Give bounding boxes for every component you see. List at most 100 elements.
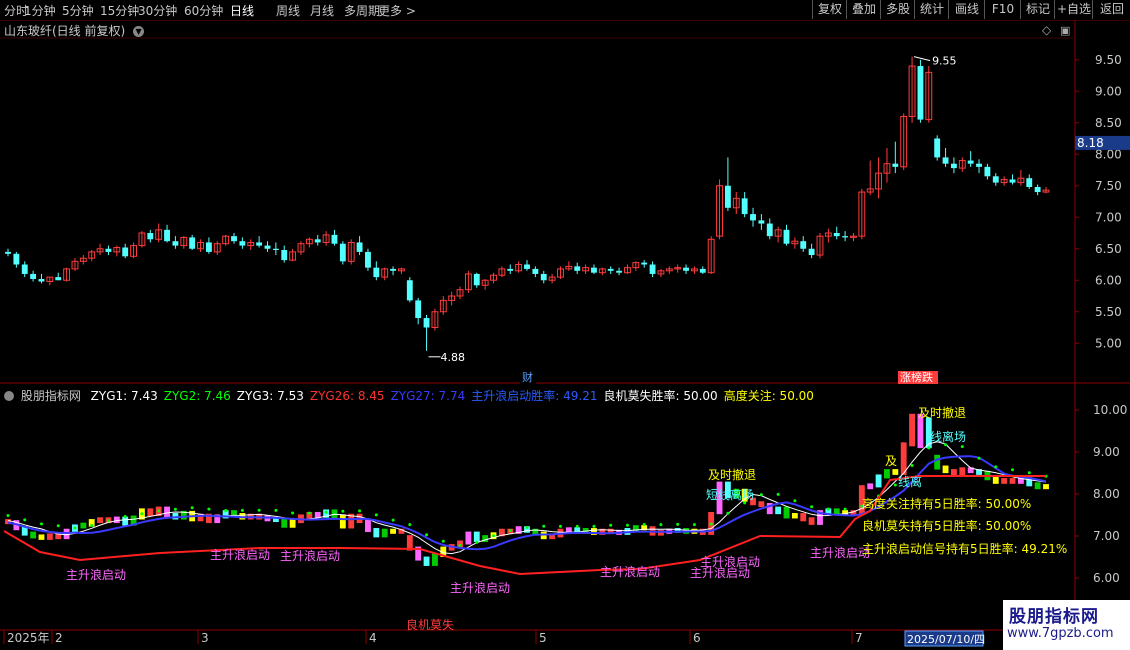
- ind-bar: [1001, 478, 1008, 484]
- candle-body: [984, 166, 991, 177]
- ind-bar: [775, 506, 782, 515]
- kline-chart[interactable]: 5.00 5.50 6.00 6.50 7.00 7.50 8.00 8.50 9.00 9.50…: [0, 0, 1130, 650]
- candle-body: [423, 318, 430, 328]
- indicator-value-7: 高度关注: 50.00: [723, 389, 814, 403]
- zyg2-dot: [240, 508, 244, 512]
- candle-body: [281, 250, 288, 261]
- ann-ji: 及: [885, 454, 897, 468]
- zyg2-dot: [56, 524, 60, 528]
- ind-bar: [390, 528, 396, 534]
- candle-body: [272, 248, 279, 251]
- ind-bar: [884, 469, 890, 479]
- candle-body: [783, 229, 790, 244]
- y-tick-label: 9.50: [1095, 53, 1122, 67]
- y-tick-label: 5.50: [1095, 305, 1122, 319]
- candle-body: [373, 267, 380, 278]
- candle-body: [105, 248, 112, 252]
- candle-body: [976, 163, 982, 167]
- zyg2-dot: [927, 446, 931, 450]
- candle-body: [833, 233, 840, 237]
- fin-marker: 财: [522, 370, 533, 384]
- ann-zsl-3: 主升浪启动: [280, 548, 340, 563]
- indicator-value-3: ZYG26: 8.45: [309, 389, 385, 403]
- zyg2-dot: [23, 518, 27, 522]
- diamond-icon: ◇: [1042, 23, 1052, 37]
- ind-bar: [1043, 484, 1049, 490]
- ann-ljms: 良机莫失: [406, 617, 454, 632]
- zyg2-dot: [642, 523, 646, 527]
- x-month-label: 2: [55, 631, 63, 645]
- ind-y-tick-label: 6.00: [1093, 571, 1120, 585]
- zyg2-dot: [709, 522, 713, 526]
- watermark: 股朋指标网 www.7gpzb.com: [1003, 600, 1130, 650]
- candle-body: [30, 273, 37, 279]
- zdt-marker: 涨榜跌: [900, 370, 933, 384]
- high-pointer: [913, 56, 931, 62]
- ind-bar: [992, 476, 999, 484]
- ind-y-tick-label: 9.00: [1093, 445, 1120, 459]
- indicator-value-1: ZYG2: 7.46: [163, 389, 231, 403]
- candle-body: [934, 138, 941, 158]
- y-tick-label: 7.50: [1095, 179, 1122, 193]
- zyg2-dot: [826, 507, 830, 511]
- x-month-label: 7: [855, 631, 863, 645]
- zyg2-dot: [274, 508, 278, 512]
- candle-body: [750, 214, 756, 221]
- candle-body: [473, 273, 480, 286]
- zyg2-dot: [759, 493, 763, 497]
- ann-zsl-8: 主升浪启动: [810, 545, 870, 560]
- low-label: 4.88: [441, 351, 466, 364]
- ind-bar: [373, 528, 380, 538]
- zyg2-dot: [1027, 471, 1031, 475]
- candle-body: [339, 243, 346, 262]
- zyg2-dot: [123, 515, 127, 519]
- ann-stat-3: 主升浪启动信号持有5日胜率: 49.21%: [862, 541, 1067, 556]
- zyg2-dot: [157, 509, 161, 513]
- watermark-url: www.7gpzb.com: [1007, 626, 1114, 641]
- ind-y-tick-label: 8.00: [1093, 487, 1120, 501]
- ann-zsl-1: 主升浪启动: [66, 567, 126, 582]
- ind-bar: [867, 483, 874, 490]
- zyg2-dot: [73, 526, 77, 530]
- ann-jxlc-1: 短线离场: [706, 487, 754, 502]
- zyg2-dot: [810, 505, 814, 509]
- candle-body: [314, 239, 321, 243]
- price-tag-label: 8.18: [1077, 136, 1104, 150]
- zyg2-dot: [776, 492, 780, 496]
- zyg2-dot: [324, 510, 328, 514]
- candle-body: [540, 273, 547, 281]
- candle-body: [507, 268, 514, 271]
- ind-bar: [289, 519, 296, 528]
- zyg2-dot: [224, 509, 228, 513]
- candle-body: [21, 264, 28, 274]
- zyg2-dot: [893, 483, 897, 487]
- candles: [5, 56, 1050, 351]
- candle-body: [5, 251, 11, 254]
- candle-body: [649, 264, 656, 274]
- ind-y-tick-label: 10.00: [1093, 403, 1127, 417]
- ind-bar: [934, 454, 941, 470]
- ind-bar: [758, 501, 765, 508]
- x-month-label: 6: [693, 631, 701, 645]
- zyg2-dot: [341, 509, 345, 513]
- candle-body: [365, 251, 371, 268]
- candle-body: [616, 270, 623, 273]
- candle-body: [1026, 178, 1033, 188]
- candle-body: [574, 266, 581, 271]
- candle-body: [524, 264, 530, 269]
- settings-circle-icon[interactable]: [4, 391, 14, 401]
- ind-bar: [381, 528, 388, 538]
- zyg2-dot: [39, 522, 43, 526]
- ann-stat-2: 良机莫失持有5日胜率: 50.00%: [862, 518, 1031, 533]
- ann-jxlc-2: 线离场: [930, 429, 966, 444]
- candle-body: [967, 160, 974, 164]
- ind-bar: [875, 474, 882, 488]
- ind-bar: [423, 556, 430, 566]
- candle-body: [1034, 187, 1041, 193]
- candle-body: [532, 268, 539, 274]
- zyg2-dot: [659, 523, 663, 527]
- ind-bar: [909, 413, 915, 447]
- ind-bar: [113, 516, 120, 524]
- ind-bar: [46, 533, 53, 540]
- ind-bar: [950, 469, 957, 476]
